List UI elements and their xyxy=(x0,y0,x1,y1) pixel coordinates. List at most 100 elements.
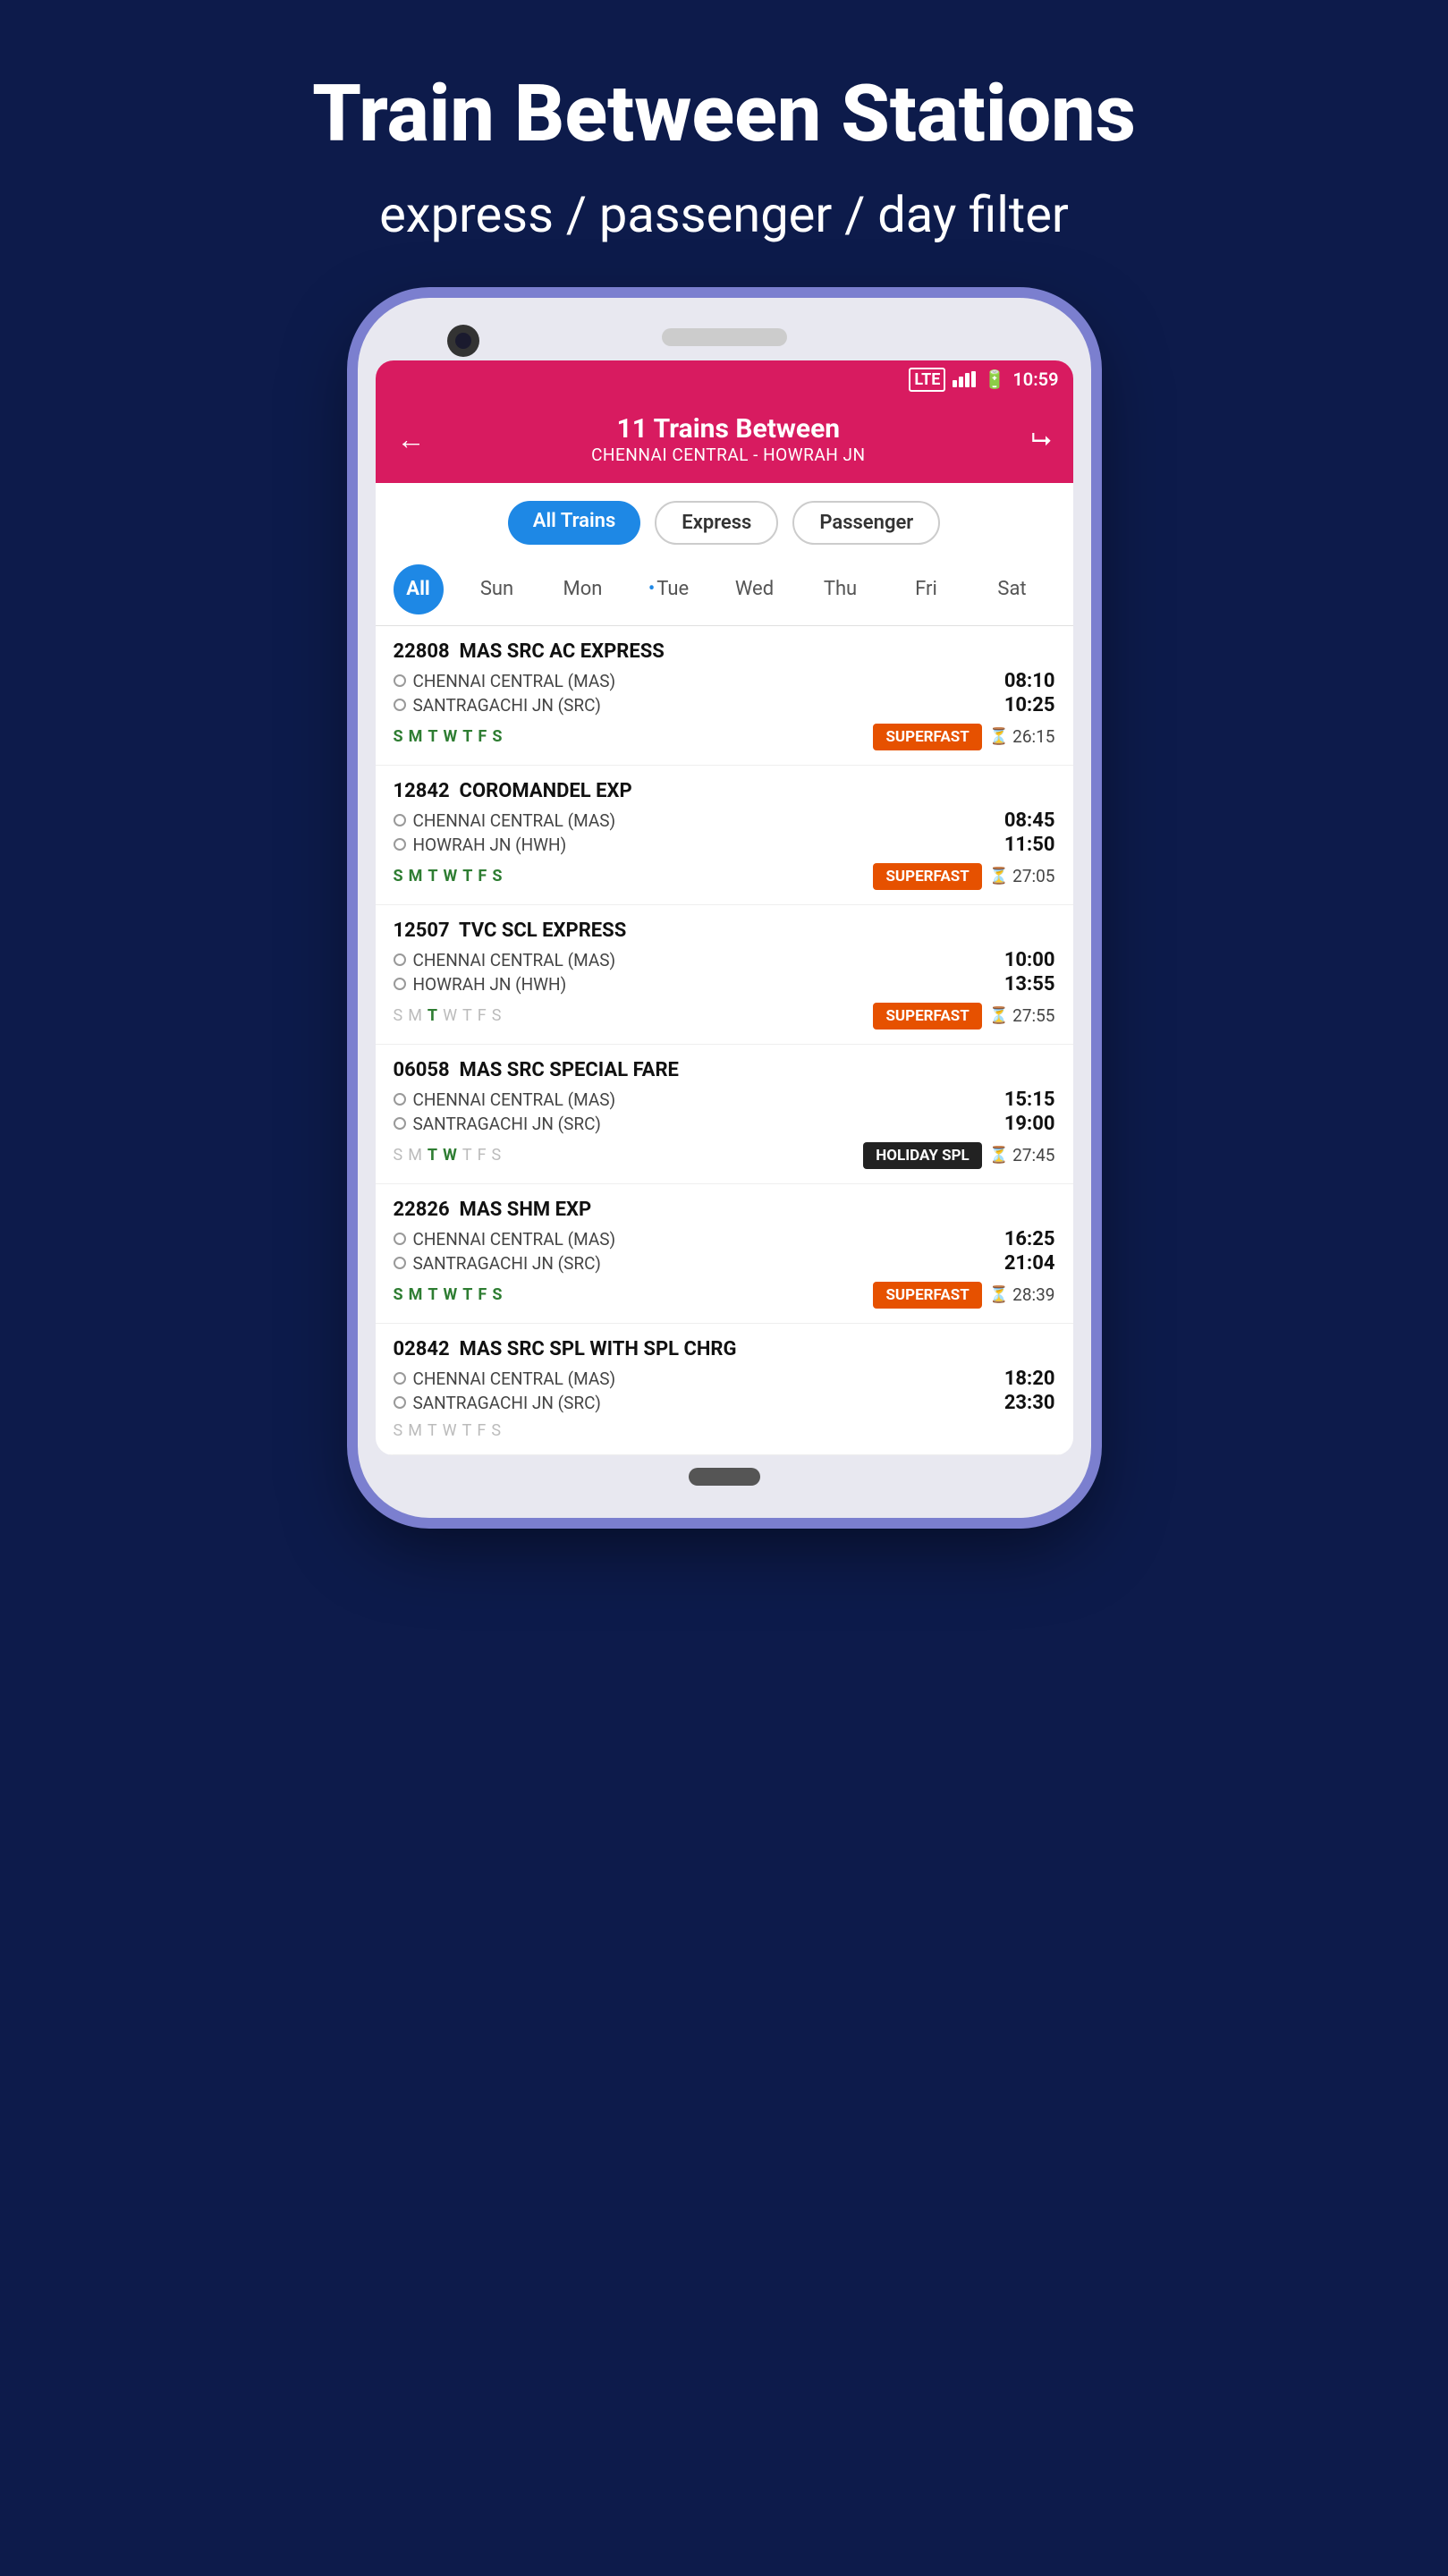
to-station-info: HOWRAH JN (HWH) xyxy=(394,974,567,995)
day-sat[interactable]: Sat xyxy=(970,578,1055,600)
train-duration: ⏳28:39 xyxy=(989,1284,1055,1305)
tab-passenger[interactable]: Passenger xyxy=(792,501,940,545)
day-thu[interactable]: Thu xyxy=(798,578,884,600)
from-station-name: CHENNAI CENTRAL (MAS) xyxy=(413,671,616,691)
train-item[interactable]: 12507 TVC SCL EXPRESS CHENNAI CENTRAL (M… xyxy=(376,905,1073,1045)
train-item[interactable]: 02842 MAS SRC SPL WITH SPL CHRG CHENNAI … xyxy=(376,1324,1073,1455)
train-badge: SUPERFAST xyxy=(873,724,981,750)
to-station-row: HOWRAH JN (HWH) 13:55 xyxy=(394,973,1055,996)
signal-bar-3 xyxy=(965,373,970,387)
days-row: SMTWTFS xyxy=(394,1006,502,1025)
app-header: ← 11 Trains Between CHENNAI CENTRAL - HO… xyxy=(376,399,1073,483)
days-row: SMTWTFS xyxy=(394,1285,503,1304)
signal-icon xyxy=(953,371,976,387)
to-station-row: SANTRAGACHI JN (SRC) 21:04 xyxy=(394,1252,1055,1275)
day-all-button[interactable]: All xyxy=(394,564,444,614)
to-station-name: SANTRAGACHI JN (SRC) xyxy=(413,1393,601,1413)
to-station-name: SANTRAGACHI JN (SRC) xyxy=(413,695,601,716)
train-name: 02842 MAS SRC SPL WITH SPL CHRG xyxy=(394,1338,1055,1360)
day-wed[interactable]: Wed xyxy=(712,578,798,600)
train-item[interactable]: 22808 MAS SRC AC EXPRESS CHENNAI CENTRAL… xyxy=(376,626,1073,766)
from-time: 10:00 xyxy=(1004,949,1055,971)
day-tue[interactable]: Tue xyxy=(626,578,712,600)
to-station-name: HOWRAH JN (HWH) xyxy=(413,835,567,855)
day-char: M xyxy=(408,1146,422,1165)
from-station-info: CHENNAI CENTRAL (MAS) xyxy=(394,810,616,831)
from-station-row: CHENNAI CENTRAL (MAS) 08:45 xyxy=(394,809,1055,832)
badge-duration: SUPERFAST ⏳26:15 xyxy=(873,724,1054,750)
day-char: M xyxy=(408,1006,422,1025)
train-item[interactable]: 06058 MAS SRC SPECIAL FARE CHENNAI CENTR… xyxy=(376,1045,1073,1184)
day-char: F xyxy=(478,727,487,746)
days-row: SMTWTFS xyxy=(394,867,503,886)
hourglass-icon: ⏳ xyxy=(989,1006,1009,1025)
phone-camera-inner xyxy=(455,333,471,349)
to-station-name: HOWRAH JN (HWH) xyxy=(413,974,567,995)
badge-duration: SUPERFAST ⏳27:05 xyxy=(873,863,1054,890)
train-footer: SMTWTFS xyxy=(394,1421,1055,1440)
to-station-dot xyxy=(394,1257,406,1269)
train-footer: SMTWTFS SUPERFAST ⏳28:39 xyxy=(394,1282,1055,1309)
from-time: 15:15 xyxy=(1004,1089,1055,1111)
header-title: 11 Trains Between CHENNAI CENTRAL - HOWR… xyxy=(426,413,1032,465)
train-list: 22808 MAS SRC AC EXPRESS CHENNAI CENTRAL… xyxy=(376,626,1073,1455)
hourglass-icon: ⏳ xyxy=(989,1285,1009,1304)
day-char: S xyxy=(394,867,403,886)
back-button[interactable]: ← xyxy=(397,422,426,456)
day-char: S xyxy=(394,1421,403,1440)
to-time: 19:00 xyxy=(1004,1113,1055,1135)
phone-top-bezel xyxy=(376,325,1073,350)
share-button[interactable]: ⮡ xyxy=(1031,424,1051,454)
from-station-row: CHENNAI CENTRAL (MAS) 15:15 xyxy=(394,1089,1055,1111)
train-badge: HOLIDAY SPL xyxy=(863,1142,981,1169)
to-station-info: HOWRAH JN (HWH) xyxy=(394,835,567,855)
train-badge: SUPERFAST xyxy=(873,1003,981,1030)
to-station-info: SANTRAGACHI JN (SRC) xyxy=(394,1253,601,1274)
phone-home-button[interactable] xyxy=(689,1468,760,1486)
day-char: T xyxy=(428,1146,437,1165)
to-station-name: SANTRAGACHI JN (SRC) xyxy=(413,1114,601,1134)
from-station-name: CHENNAI CENTRAL (MAS) xyxy=(413,1089,616,1110)
day-mon[interactable]: Mon xyxy=(540,578,626,600)
to-station-info: SANTRAGACHI JN (SRC) xyxy=(394,1114,601,1134)
day-char: W xyxy=(443,1146,457,1165)
day-char: T xyxy=(428,1285,437,1304)
to-time: 23:30 xyxy=(1004,1392,1055,1414)
days-row: SMTWTFS xyxy=(394,1146,502,1165)
to-station-row: HOWRAH JN (HWH) 11:50 xyxy=(394,834,1055,856)
day-char: T xyxy=(462,1421,472,1440)
from-station-dot xyxy=(394,1372,406,1385)
hourglass-icon: ⏳ xyxy=(989,1146,1009,1165)
day-char: W xyxy=(443,1421,457,1440)
day-fri[interactable]: Fri xyxy=(884,578,970,600)
day-char: T xyxy=(462,1285,472,1304)
hourglass-icon: ⏳ xyxy=(989,727,1009,746)
day-char: F xyxy=(478,1006,487,1025)
lte-badge: LTE xyxy=(909,368,945,392)
day-char: T xyxy=(428,1421,437,1440)
day-char: F xyxy=(478,1146,487,1165)
from-time: 18:20 xyxy=(1004,1368,1055,1390)
day-sun[interactable]: Sun xyxy=(454,578,540,600)
from-station-dot xyxy=(394,1233,406,1245)
from-station-name: CHENNAI CENTRAL (MAS) xyxy=(413,1229,616,1250)
header-route: CHENNAI CENTRAL - HOWRAH JN xyxy=(426,445,1032,465)
train-name: 12842 COROMANDEL EXP xyxy=(394,780,1055,802)
to-station-dot xyxy=(394,978,406,990)
train-item[interactable]: 12842 COROMANDEL EXP CHENNAI CENTRAL (MA… xyxy=(376,766,1073,905)
day-char: S xyxy=(394,1006,403,1025)
train-duration: ⏳27:55 xyxy=(989,1005,1055,1026)
from-station-row: CHENNAI CENTRAL (MAS) 16:25 xyxy=(394,1228,1055,1250)
day-char: F xyxy=(477,1421,486,1440)
from-station-dot xyxy=(394,814,406,826)
tab-express[interactable]: Express xyxy=(655,501,778,545)
phone-speaker xyxy=(662,328,787,346)
train-item[interactable]: 22826 MAS SHM EXP CHENNAI CENTRAL (MAS) … xyxy=(376,1184,1073,1324)
from-time: 08:10 xyxy=(1004,670,1055,692)
to-station-row: SANTRAGACHI JN (SRC) 10:25 xyxy=(394,694,1055,716)
train-duration: ⏳27:05 xyxy=(989,866,1055,886)
to-time: 21:04 xyxy=(1004,1252,1055,1275)
day-char: T xyxy=(428,727,437,746)
train-name: 22808 MAS SRC AC EXPRESS xyxy=(394,640,1055,663)
tab-all-trains[interactable]: All Trains xyxy=(508,501,641,545)
